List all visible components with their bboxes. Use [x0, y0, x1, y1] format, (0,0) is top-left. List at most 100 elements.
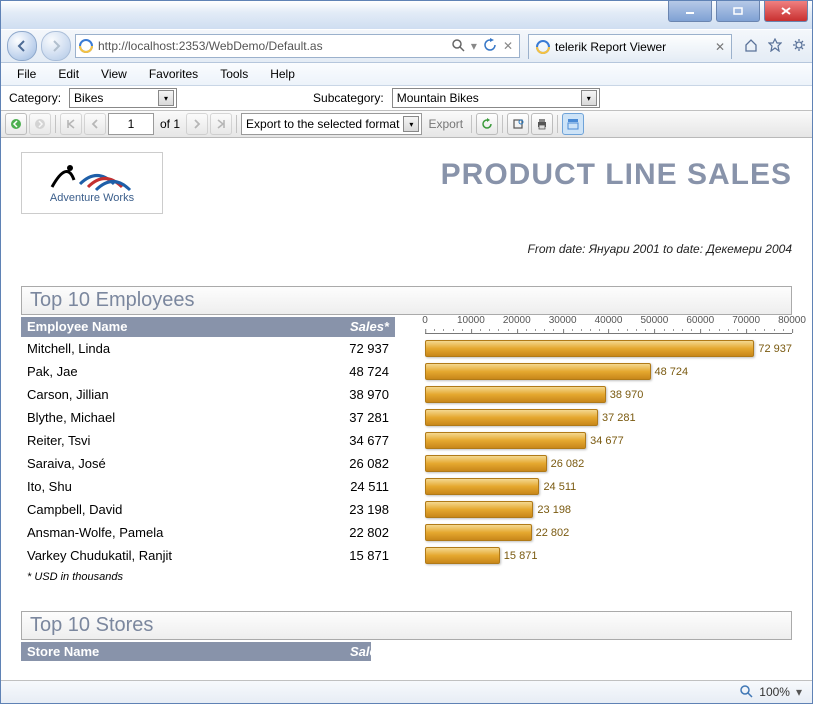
axis-tick: 70000 [732, 315, 760, 326]
axis-tick: 30000 [549, 315, 577, 326]
axis-tick: 50000 [640, 315, 668, 326]
search-icon[interactable] [451, 38, 465, 55]
table-row: Blythe, Michael37 281 [21, 406, 395, 429]
employee-name: Varkey Chudukatil, Ranjit [21, 548, 293, 563]
chevron-down-icon: ▾ [403, 116, 419, 132]
chart-bar-label: 22 802 [536, 527, 570, 539]
employees-sales-chart: 0100002000030000400005000060000700008000… [395, 315, 792, 337]
employee-name: Ito, Shu [21, 479, 293, 494]
menu-help[interactable]: Help [260, 65, 305, 83]
prev-page-button[interactable] [84, 113, 106, 135]
chart-bar-label: 24 511 [543, 481, 576, 493]
table-row: Campbell, David23 198 [21, 498, 395, 521]
chart-bar [425, 524, 532, 541]
menu-favorites[interactable]: Favorites [139, 65, 208, 83]
nav-back-history-button[interactable] [5, 113, 27, 135]
employee-name: Ansman-Wolfe, Pamela [21, 525, 293, 540]
nav-fwd-history-button[interactable] [29, 113, 51, 135]
tools-icon[interactable] [792, 38, 806, 55]
tab-close-button[interactable]: ✕ [715, 40, 725, 54]
window-close-button[interactable] [764, 1, 808, 22]
employee-sales: 22 802 [293, 525, 395, 540]
employee-name: Carson, Jillian [21, 387, 293, 402]
chevron-down-icon: ▾ [581, 90, 597, 106]
report-viewport[interactable]: Adventure Works PRODUCT LINE SALES Bikes… [1, 138, 812, 680]
zoom-icon[interactable] [739, 684, 753, 701]
chart-bar [425, 340, 754, 357]
category-value: Bikes [74, 91, 103, 105]
menu-file[interactable]: File [7, 65, 46, 83]
axis-tick: 10000 [457, 315, 485, 326]
logo-text: Adventure Works [50, 192, 134, 204]
chart-bar-row: 22 802 [425, 521, 792, 544]
employee-sales: 15 871 [293, 548, 395, 563]
first-page-button[interactable] [60, 113, 82, 135]
employees-table: Mitchell, Linda72 937Pak, Jae48 724Carso… [21, 337, 395, 567]
chart-bar-label: 23 198 [537, 504, 571, 516]
chart-bar-row: 24 511 [425, 475, 792, 498]
subcategory-select[interactable]: Mountain Bikes ▾ [392, 88, 600, 108]
band-subcategory: Mountain Bikes [27, 222, 786, 238]
export-button[interactable]: Export [424, 117, 467, 131]
chart-bar-label: 34 677 [590, 435, 624, 447]
chart-bar [425, 432, 586, 449]
table-row: Carson, Jillian38 970 [21, 383, 395, 406]
refresh-report-button[interactable] [476, 113, 498, 135]
nav-forward-button[interactable] [41, 31, 71, 61]
chart-bar-label: 26 082 [551, 458, 585, 470]
menu-view[interactable]: View [91, 65, 137, 83]
export-format-select[interactable]: Export to the selected format ▾ [241, 113, 422, 135]
window-minimize-button[interactable] [668, 1, 712, 22]
employee-sales: 26 082 [293, 456, 395, 471]
table-row: Varkey Chudukatil, Ranjit15 871 [21, 544, 395, 567]
last-page-button[interactable] [210, 113, 232, 135]
ie-icon [535, 39, 551, 55]
axis-tick: 0 [422, 315, 428, 326]
report-title: PRODUCT LINE SALES [441, 158, 792, 192]
table-row: Ito, Shu24 511 [21, 475, 395, 498]
table-row: Mitchell, Linda72 937 [21, 337, 395, 360]
refresh-icon[interactable] [483, 38, 497, 55]
axis-tick: 80000 [778, 315, 806, 326]
home-icon[interactable] [744, 38, 758, 55]
menu-tools[interactable]: Tools [210, 65, 258, 83]
favorites-icon[interactable] [768, 38, 782, 55]
chart-bar [425, 455, 547, 472]
browser-tab[interactable]: telerik Report Viewer ✕ [528, 34, 732, 59]
address-url: http://localhost:2353/WebDemo/Default.as [98, 39, 443, 53]
employee-sales: 34 677 [293, 433, 395, 448]
chart-bar [425, 547, 500, 564]
axis-tick: 60000 [686, 315, 714, 326]
address-bar[interactable]: http://localhost:2353/WebDemo/Default.as… [75, 34, 520, 58]
table-row: Saraiva, José26 082 [21, 452, 395, 475]
zoom-level: 100% [759, 685, 790, 699]
toggle-parameters-button[interactable] [562, 113, 584, 135]
browser-menubar: File Edit View Favorites Tools Help [1, 63, 812, 86]
chart-bar [425, 478, 539, 495]
nav-back-button[interactable] [7, 31, 37, 61]
col-store-sales: Sales* [293, 642, 395, 661]
chart-bar [425, 363, 651, 380]
menu-edit[interactable]: Edit [48, 65, 89, 83]
employee-name: Mitchell, Linda [21, 341, 293, 356]
browser-nav-row: http://localhost:2353/WebDemo/Default.as… [1, 29, 812, 63]
employee-name: Blythe, Michael [21, 410, 293, 425]
chevron-down-icon: ▾ [158, 90, 174, 106]
chart-bar-row: 23 198 [425, 498, 792, 521]
report-toolbar: of 1 Export to the selected format ▾ Exp… [1, 111, 812, 138]
col-store-name: Store Name [21, 642, 293, 661]
category-select[interactable]: Bikes ▾ [69, 88, 177, 108]
stores-section-title: Top 10 Stores [21, 611, 792, 640]
next-page-button[interactable] [186, 113, 208, 135]
date-range: From date: Януари 2001 to date: Декемери… [21, 242, 792, 256]
zoom-dropdown[interactable]: ▾ [796, 685, 802, 699]
print-preview-button[interactable] [507, 113, 529, 135]
stop-icon[interactable]: ✕ [503, 39, 513, 53]
employee-name: Reiter, Tsvi [21, 433, 293, 448]
window-maximize-button[interactable] [716, 1, 760, 22]
employee-sales: 72 937 [293, 341, 395, 356]
employee-name: Pak, Jae [21, 364, 293, 379]
print-button[interactable] [531, 113, 553, 135]
page-number-input[interactable] [108, 113, 154, 135]
footnote: * USD in thousands [21, 567, 792, 587]
